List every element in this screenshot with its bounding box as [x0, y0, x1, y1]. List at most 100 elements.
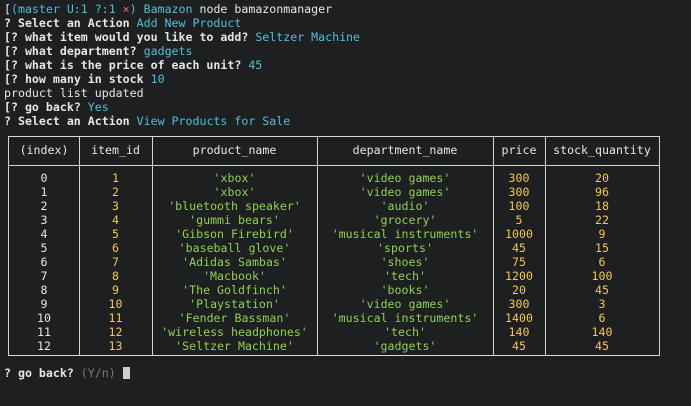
cell-price: 5	[515, 213, 523, 227]
cell-item-id: 11	[108, 311, 123, 325]
cell-department-name: 'musical instruments'	[331, 227, 479, 241]
cell-item-id: 2	[112, 185, 119, 199]
dialog-line: [? what department? gadgets	[4, 44, 687, 58]
cell-department-name: 'sports'	[377, 241, 433, 255]
column-header-department-name: department_name	[352, 143, 458, 157]
cell-item-id: 4	[112, 213, 119, 227]
question-text: Select an Action	[17, 114, 130, 128]
cell-department-name: 'tech'	[384, 325, 426, 339]
cell-price: 1200	[505, 269, 533, 283]
dialog-line: [? go back? Yes	[4, 100, 687, 114]
cell-stock-quantity: 100	[591, 269, 613, 283]
terminal-cursor[interactable]	[122, 367, 130, 379]
cell-product-name: 'xbox'	[213, 185, 256, 199]
question-text: what department?	[24, 44, 137, 58]
cell-department-name: 'tech'	[384, 269, 426, 283]
terminal-output: [(master U:1 ?:1 ×) Bamazon node bamazon…	[4, 2, 687, 128]
status-message: product list updated	[4, 86, 144, 100]
cell-index: 6	[40, 255, 48, 269]
answer-text: View Products for Sale	[136, 114, 291, 128]
git-status-close: )	[129, 2, 137, 16]
current-directory: Bamazon	[143, 2, 193, 16]
dialog-line: [? how many in stock 10	[4, 72, 687, 86]
cell-index: 10	[37, 311, 51, 325]
cell-department-name: 'musical instruments'	[331, 311, 479, 325]
shell-prompt-line: [(master U:1 ?:1 ×) Bamazon node bamazon…	[4, 2, 687, 16]
column-header-price: price	[501, 143, 537, 157]
final-prompt-line[interactable]: ? go back? (Y/n)	[4, 366, 130, 380]
cell-index: 8	[40, 283, 48, 297]
cell-product-name: 'Gibson Firebird'	[175, 227, 294, 241]
cell-stock-quantity: 3	[598, 297, 606, 311]
git-dirty-icon: ×	[122, 2, 130, 16]
table-row: 6 7 'Adidas Sambas' 'shoes' 75 6	[9, 255, 659, 269]
table-row: 2 3 'bluetooth speaker' 'audio' 100 18	[9, 199, 659, 213]
products-table: (index) item_id product_name department_…	[8, 136, 660, 356]
dialog-line: [? what is the price of each unit? 45	[4, 58, 687, 72]
question-text: go back?	[24, 100, 81, 114]
cell-index: 1	[40, 185, 48, 199]
cell-product-name: 'The Goldfinch'	[182, 283, 287, 297]
question-mark-icon: [?	[4, 58, 18, 72]
cell-item-id: 8	[112, 269, 119, 283]
cell-price: 75	[512, 255, 526, 269]
cell-price: 300	[508, 185, 530, 199]
dialog-line: [? what item would you like to add? Selt…	[4, 30, 687, 44]
question-mark-icon: ?	[4, 366, 11, 380]
cell-product-name: 'Playstation'	[189, 297, 280, 311]
table-row: 9 10 'Playstation' 'video games' 300 3	[9, 297, 659, 311]
answer-text: Add New Product	[136, 16, 242, 30]
question-mark-icon: [?	[4, 44, 18, 58]
cell-item-id: 10	[108, 297, 123, 311]
column-header-product-name: product_name	[192, 143, 277, 157]
cell-price: 300	[508, 297, 530, 311]
question-text: what is the price of each unit?	[24, 58, 242, 72]
cell-stock-quantity: 20	[595, 171, 609, 185]
cell-price: 45	[512, 241, 526, 255]
cell-department-name: 'shoes'	[380, 255, 430, 269]
question-mark-icon: [?	[4, 30, 18, 44]
cell-item-id: 9	[112, 283, 119, 297]
cell-stock-quantity: 6	[598, 255, 606, 269]
question-text: what item would you like to add?	[24, 30, 249, 44]
cell-product-name: 'baseball glove'	[178, 241, 291, 255]
answer-text: Seltzer Machine	[255, 30, 361, 44]
cell-stock-quantity: 18	[595, 199, 609, 213]
table-row: 7 8 'Macbook' 'tech' 1200 100	[9, 269, 659, 283]
cell-product-name: 'Adidas Sambas'	[182, 255, 287, 269]
cell-price: 300	[508, 171, 530, 185]
cell-index: 7	[40, 269, 48, 283]
cell-item-id: 7	[112, 255, 119, 269]
cell-stock-quantity: 45	[595, 339, 609, 353]
cell-stock-quantity: 6	[598, 311, 606, 325]
table-row: 10 11 'Fender Bassman' 'musical instruments…	[9, 311, 659, 325]
cell-product-name: 'gummi bears'	[189, 213, 280, 227]
cell-stock-quantity: 96	[595, 185, 609, 199]
table-row: 3 4 'gummi bears' 'grocery' 5 22	[9, 213, 659, 227]
cell-price: 45	[512, 339, 526, 353]
cell-item-id: 3	[112, 199, 119, 213]
cell-price: 140	[508, 325, 530, 339]
cell-product-name: 'wireless headphones'	[161, 325, 308, 339]
prompt-bracket: [	[4, 2, 11, 16]
cell-price: 20	[512, 283, 526, 297]
question-mark-icon: ?	[4, 114, 11, 128]
cell-product-name: 'Seltzer Machine'	[175, 339, 294, 353]
cell-item-id: 5	[112, 227, 119, 241]
table-row: 11 12 'wireless headphones' 'tech' 140 140	[9, 325, 659, 339]
cell-department-name: 'gadgets'	[373, 339, 437, 353]
cell-product-name: 'Macbook'	[203, 269, 266, 283]
column-header-item-id: item_id	[91, 143, 140, 157]
cell-index: 0	[40, 171, 48, 185]
answer-text: 10	[150, 72, 165, 86]
cell-price: 1400	[505, 311, 533, 325]
cell-stock-quantity: 9	[598, 227, 606, 241]
cell-item-id: 1	[112, 171, 119, 185]
cell-item-id: 6	[112, 241, 119, 255]
shell-command: node bamazonmanager	[199, 2, 333, 16]
table-row: 1 2 'xbox' 'video games' 300 96	[9, 185, 659, 199]
cell-stock-quantity: 140	[591, 325, 613, 339]
column-header-stock-quantity: stock_quantity	[553, 143, 651, 157]
cell-stock-quantity: 22	[595, 213, 609, 227]
cell-department-name: 'audio'	[380, 199, 430, 213]
